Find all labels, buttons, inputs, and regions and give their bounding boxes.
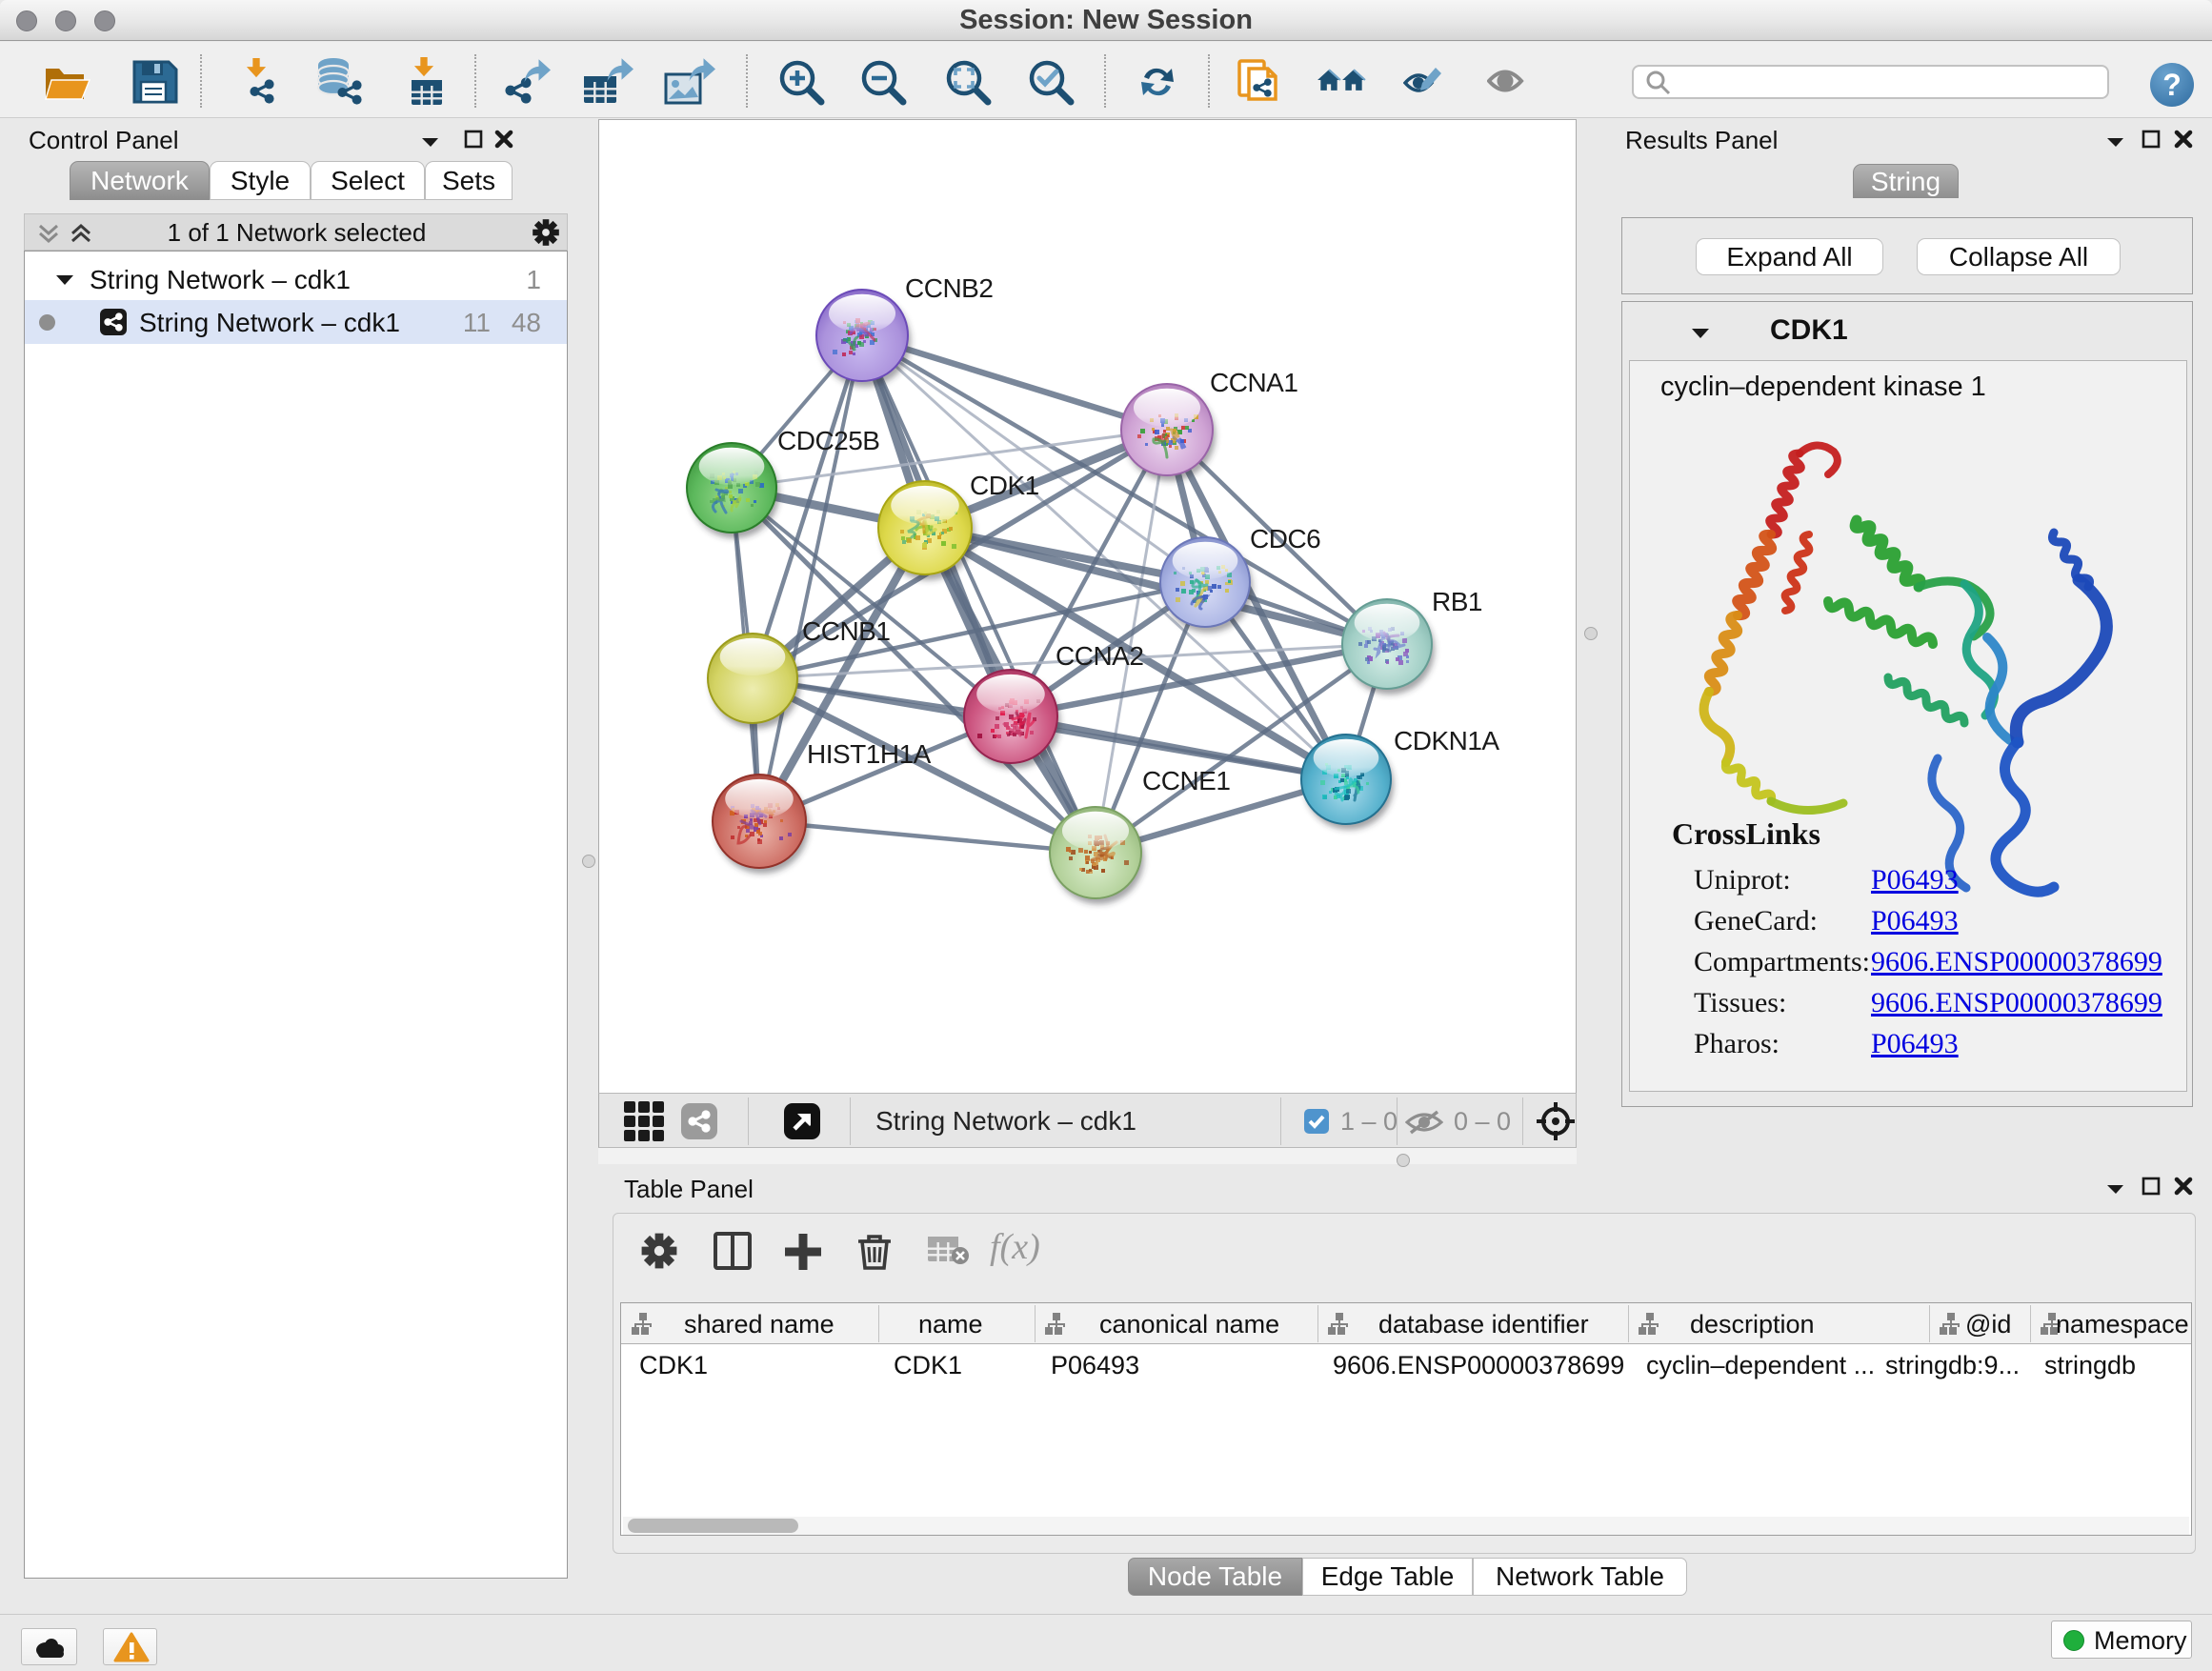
svg-text:RB1: RB1 (1432, 587, 1482, 616)
svg-text:CDKN1A: CDKN1A (1394, 726, 1499, 755)
svg-text:CDC6: CDC6 (1250, 524, 1320, 554)
svg-text:CDC25B: CDC25B (777, 426, 879, 455)
svg-text:CCNE1: CCNE1 (1142, 766, 1230, 795)
svg-text:CCNA1: CCNA1 (1210, 368, 1297, 397)
svg-text:CDK1: CDK1 (970, 471, 1039, 500)
svg-text:CCNA2: CCNA2 (1056, 641, 1143, 671)
svg-text:CCNB2: CCNB2 (905, 273, 993, 303)
svg-text:HIST1H1A: HIST1H1A (807, 739, 932, 769)
svg-text:CCNB1: CCNB1 (802, 616, 890, 646)
